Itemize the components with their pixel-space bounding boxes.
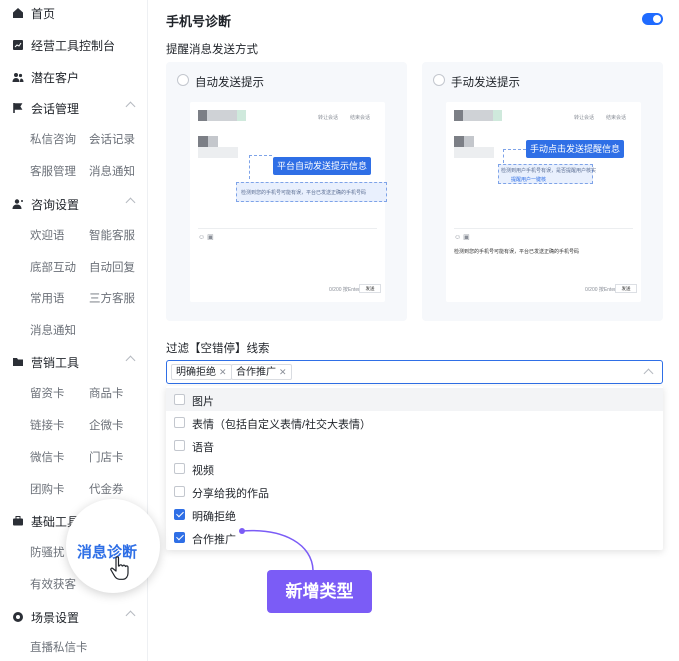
hand-cursor-icon <box>110 556 129 580</box>
magnifier-callout: 消息诊断 <box>66 499 160 593</box>
new-type-badge: 新增类型 <box>267 570 372 613</box>
annotation-curve <box>241 529 314 571</box>
